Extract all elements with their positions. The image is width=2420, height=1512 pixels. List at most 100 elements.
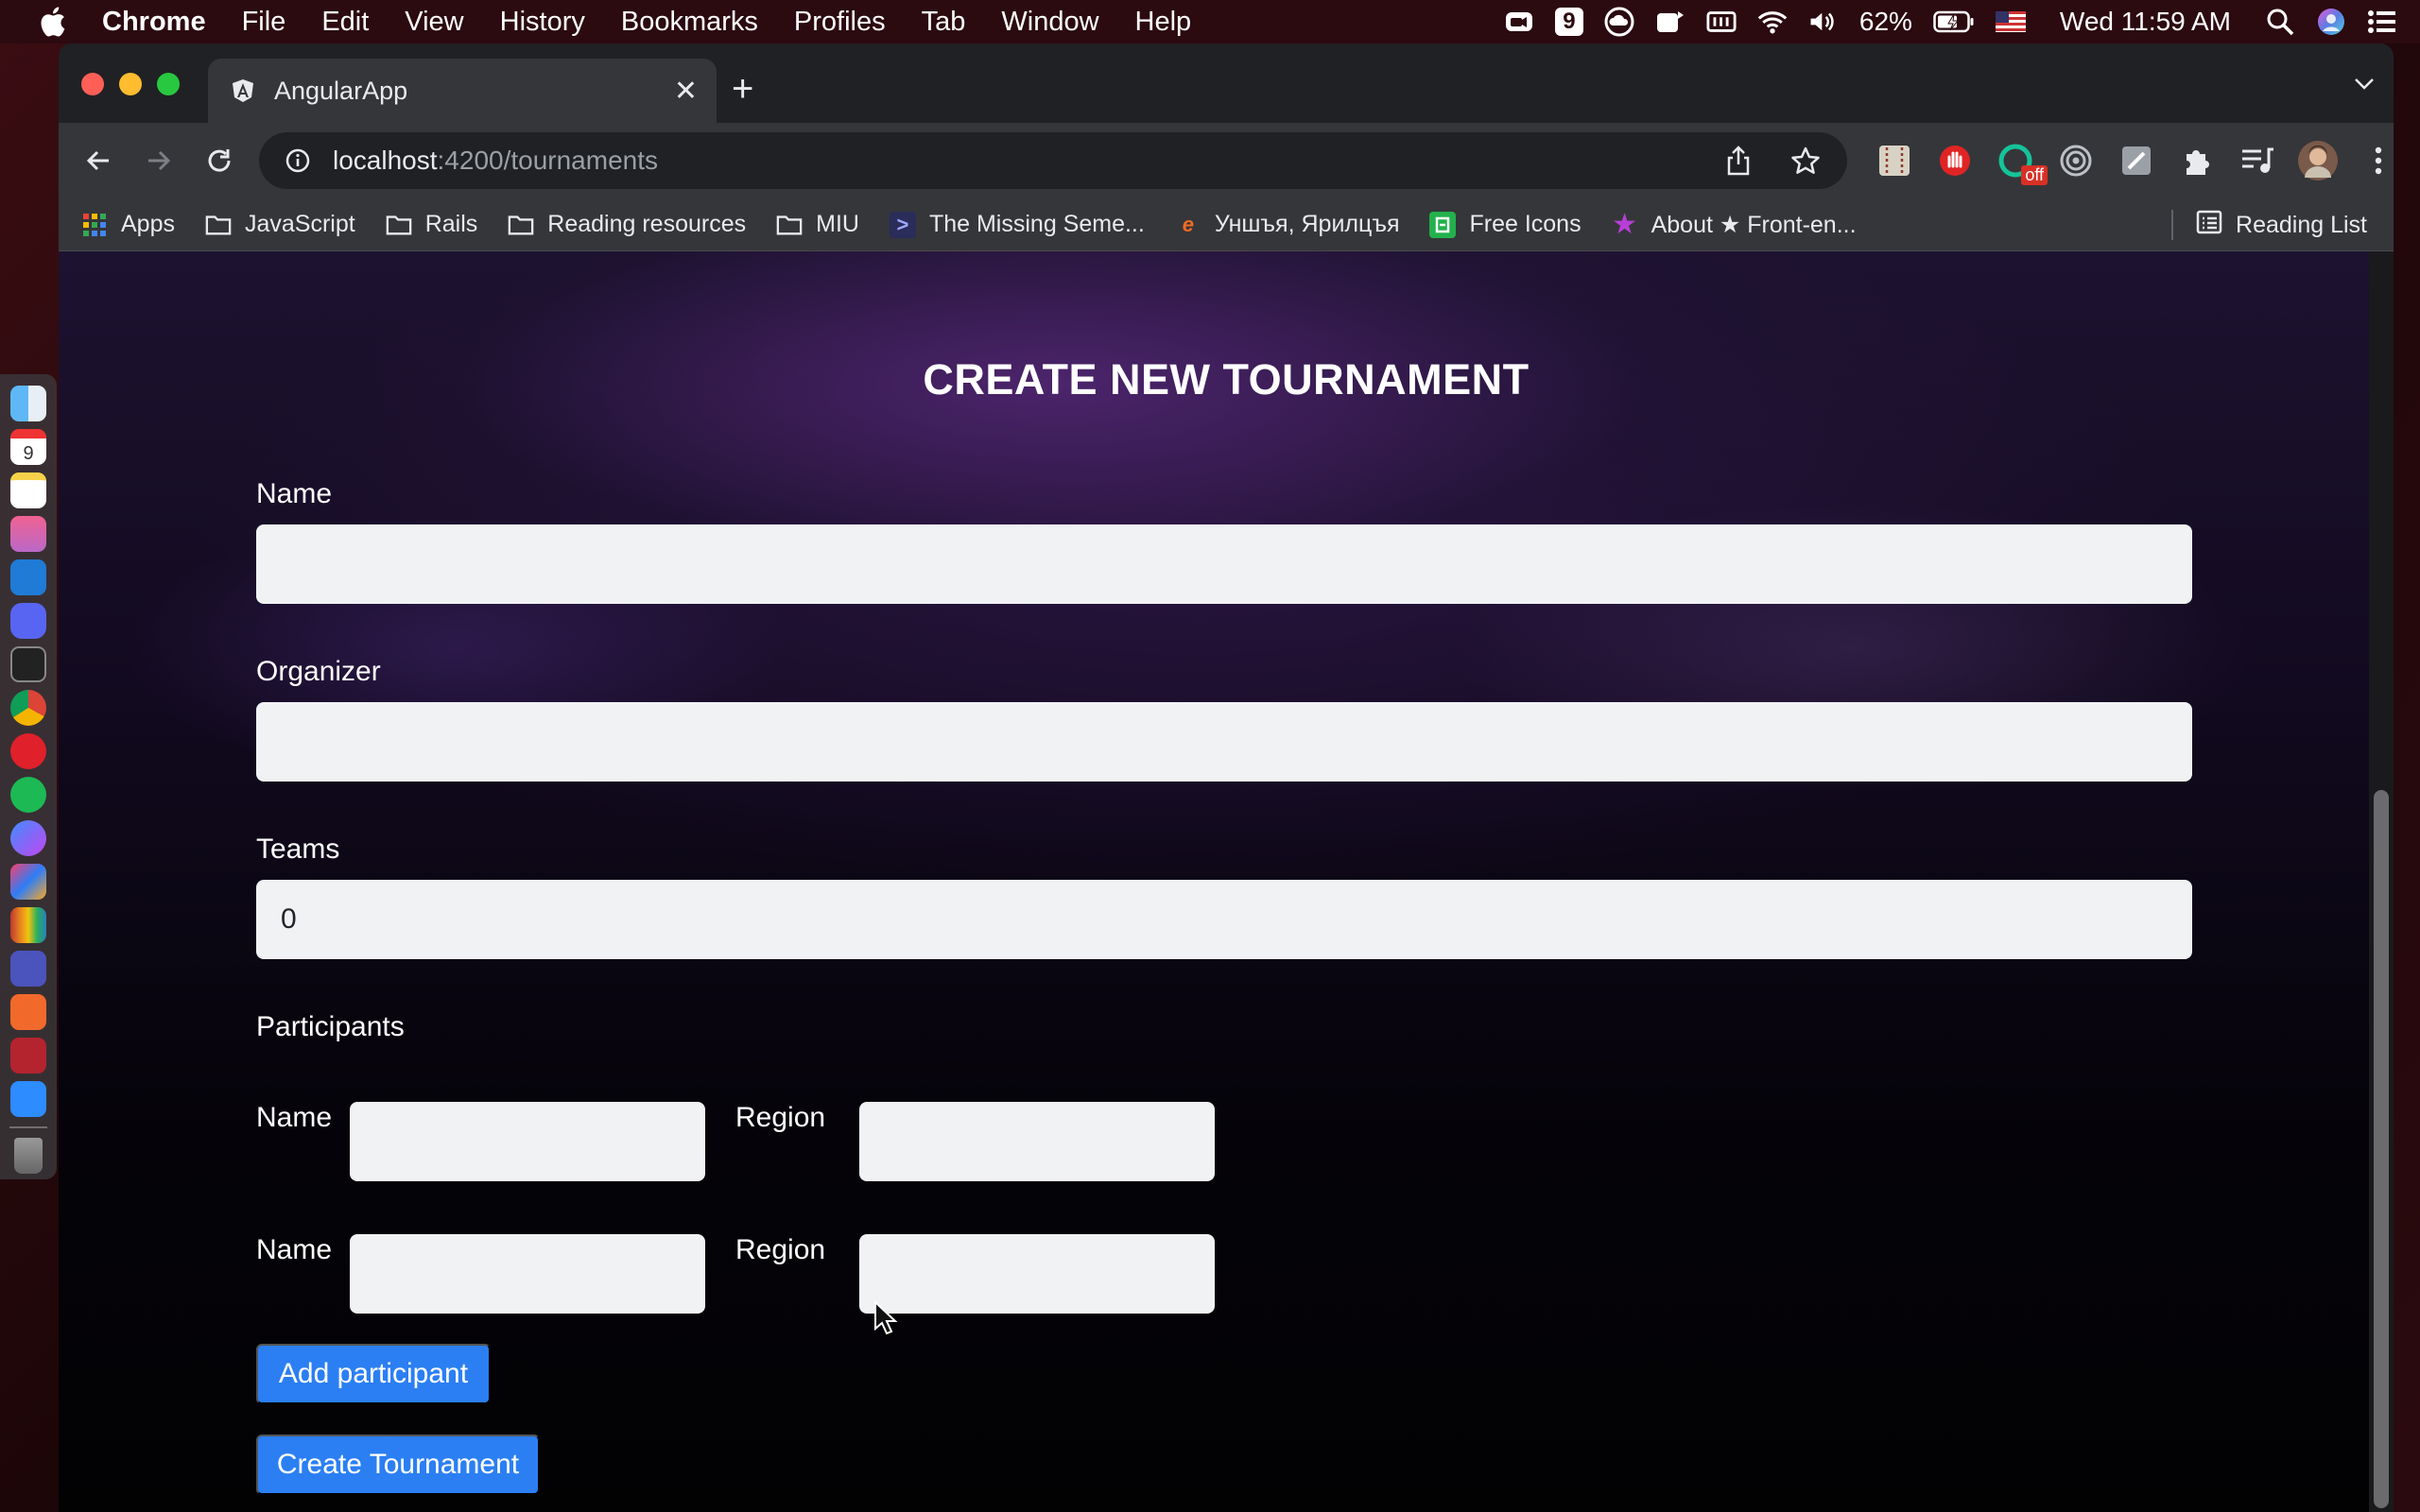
- participant-1-name-input[interactable]: [350, 1102, 705, 1181]
- teams-icon[interactable]: [10, 951, 46, 987]
- address-bar[interactable]: localhost:4200/tournaments: [259, 132, 1847, 189]
- extensions-puzzle-icon[interactable]: [2176, 140, 2218, 181]
- intellij-icon[interactable]: [10, 864, 46, 900]
- menu-edit[interactable]: Edit: [321, 7, 369, 38]
- menu-view[interactable]: View: [405, 7, 463, 38]
- spotlight-search-icon[interactable]: [2265, 7, 2295, 37]
- calendar-status-icon[interactable]: 9: [1554, 8, 1583, 36]
- baseball-extension-icon[interactable]: [1874, 140, 1915, 181]
- scrollbar-thumb[interactable]: [2374, 790, 2389, 1508]
- opera-icon[interactable]: [10, 733, 46, 769]
- clean-my-mac-icon[interactable]: [10, 516, 46, 552]
- close-window-button[interactable]: [81, 73, 104, 95]
- notes-app-icon[interactable]: [10, 472, 46, 508]
- bookmark-missing-semester[interactable]: > The Missing Seme...: [889, 211, 1145, 238]
- bookmark-folder-miu[interactable]: MIU: [776, 211, 859, 238]
- us-flag-icon[interactable]: [1995, 7, 2026, 37]
- bookmark-unshya[interactable]: e Уншъя, Ярилцъя: [1175, 211, 1400, 238]
- media-controls-icon[interactable]: [2237, 140, 2278, 181]
- messenger-icon[interactable]: [10, 820, 46, 856]
- cloud-status-icon[interactable]: [1604, 7, 1634, 37]
- grammarly-extension-icon[interactable]: off: [1995, 140, 2048, 185]
- forward-button[interactable]: [140, 142, 178, 180]
- bookmark-label: MIU: [816, 211, 859, 237]
- stop-hand-extension-icon[interactable]: [1934, 140, 1976, 181]
- browser-tab-active[interactable]: AngularApp ✕: [208, 59, 717, 123]
- menu-profiles[interactable]: Profiles: [794, 7, 886, 38]
- finder-icon[interactable]: [10, 386, 46, 421]
- photo-booth-icon[interactable]: [10, 1038, 46, 1074]
- terminal-icon[interactable]: [10, 646, 46, 682]
- participant-2-name-input[interactable]: [350, 1234, 705, 1314]
- site-info-icon[interactable]: [285, 148, 310, 173]
- zoom-dock-icon[interactable]: [10, 1081, 46, 1117]
- reading-list-label: Reading List: [2236, 211, 2367, 238]
- participant-name-label: Name: [256, 1102, 333, 1133]
- bookmark-folder-rails[interactable]: Rails: [386, 211, 477, 238]
- spotify-icon[interactable]: [10, 777, 46, 813]
- zoom-status-icon[interactable]: [1504, 7, 1534, 37]
- tab-close-icon[interactable]: ✕: [674, 75, 698, 108]
- participant-2-region-input[interactable]: [859, 1234, 1215, 1314]
- siri-icon[interactable]: [2316, 7, 2346, 37]
- bookmark-about-frontend[interactable]: ★ About ★ Front-en...: [1612, 209, 1857, 240]
- menu-tab[interactable]: Tab: [922, 7, 966, 38]
- bookmark-label: About ★ Front-en...: [1651, 211, 1857, 238]
- angular-favicon-icon: [233, 79, 253, 102]
- teams-input[interactable]: [256, 880, 2192, 959]
- slash-extension-icon[interactable]: [2116, 140, 2157, 181]
- chrome-dock-icon[interactable]: [10, 690, 46, 726]
- menu-file[interactable]: File: [242, 7, 286, 38]
- participant-1-region-input[interactable]: [859, 1102, 1215, 1181]
- page-scrollbar[interactable]: [2369, 251, 2394, 1512]
- menu-history[interactable]: History: [500, 7, 585, 38]
- folder-icon: [386, 212, 412, 238]
- bookmark-folder-reading-resources[interactable]: Reading resources: [508, 211, 746, 238]
- star-icon: ★: [1612, 209, 1638, 240]
- battery-percent: 62%: [1858, 7, 1912, 36]
- organizer-input[interactable]: [256, 702, 2192, 782]
- bookmark-label: Apps: [121, 211, 175, 237]
- control-center-icon[interactable]: [2367, 7, 2397, 37]
- bookmark-star-icon[interactable]: [1790, 146, 1821, 176]
- tab-strip: AngularApp ✕ +: [59, 43, 2394, 123]
- trash-icon[interactable]: [14, 1138, 43, 1174]
- notification-status-icon[interactable]: [1655, 7, 1685, 37]
- books-icon[interactable]: [10, 907, 46, 943]
- page-content: CREATE NEW TOURNAMENT Name Organizer Tea…: [59, 251, 2394, 1512]
- reload-button[interactable]: [200, 142, 238, 180]
- tournament-name-input[interactable]: [256, 524, 2192, 604]
- tab-search-chevron-icon[interactable]: [2354, 77, 2375, 91]
- bookmark-free-icons[interactable]: Free Icons: [1429, 211, 1582, 238]
- macos-dock: 9: [0, 374, 57, 1179]
- wifi-icon[interactable]: [1757, 7, 1788, 37]
- zoom-window-button[interactable]: [157, 73, 180, 95]
- bookmark-apps[interactable]: Apps: [81, 211, 175, 238]
- page-title: CREATE NEW TOURNAMENT: [923, 355, 1530, 404]
- vscode-icon[interactable]: [10, 559, 46, 595]
- chrome-menu-icon[interactable]: [2358, 140, 2394, 181]
- menu-app-name[interactable]: Chrome: [102, 7, 206, 38]
- battery-icon[interactable]: [1933, 7, 1975, 37]
- menu-window[interactable]: Window: [1001, 7, 1098, 38]
- folder-icon: [205, 212, 232, 238]
- menu-help[interactable]: Help: [1135, 7, 1192, 38]
- minimize-window-button[interactable]: [119, 73, 142, 95]
- memory-status-icon[interactable]: [1706, 7, 1737, 37]
- menubar-clock[interactable]: Wed 11:59 AM: [2060, 7, 2231, 37]
- back-button[interactable]: [79, 142, 117, 180]
- menu-bookmarks[interactable]: Bookmarks: [621, 7, 758, 38]
- target-extension-icon[interactable]: [2055, 140, 2097, 181]
- new-tab-button[interactable]: +: [732, 70, 753, 108]
- reading-list-button[interactable]: Reading List: [2171, 198, 2367, 251]
- sketch-pen-icon[interactable]: [10, 994, 46, 1030]
- bookmark-folder-javascript[interactable]: JavaScript: [205, 211, 355, 238]
- discord-icon[interactable]: [10, 603, 46, 639]
- create-tournament-button[interactable]: Create Tournament: [256, 1435, 540, 1495]
- profile-avatar[interactable]: [2297, 140, 2339, 181]
- add-participant-button[interactable]: Add participant: [256, 1344, 491, 1404]
- calendar-app-icon[interactable]: 9: [10, 429, 46, 465]
- share-icon[interactable]: [1724, 146, 1753, 176]
- volume-icon[interactable]: [1808, 7, 1839, 37]
- apple-icon[interactable]: [38, 6, 66, 38]
